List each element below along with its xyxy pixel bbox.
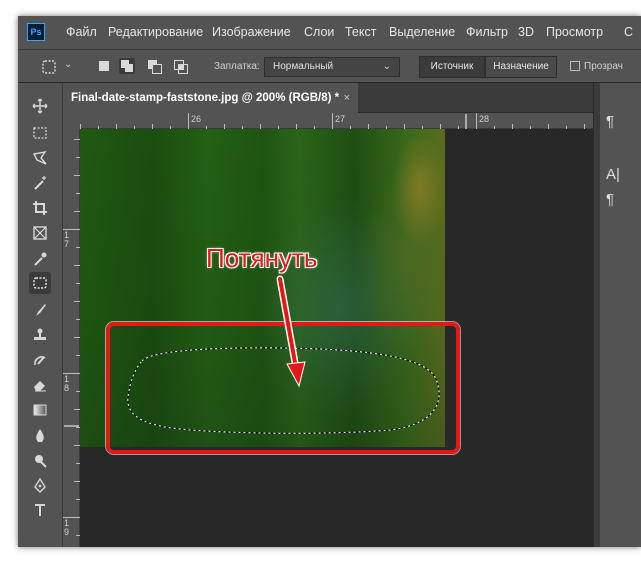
character-icon[interactable]: A| bbox=[606, 166, 620, 183]
ruler-label-17: 1 7 bbox=[64, 230, 70, 249]
frame-tool-icon[interactable] bbox=[29, 222, 51, 244]
menu-bar: Ps Файл Редактирование Изображение Слои … bbox=[18, 16, 641, 49]
document-tab[interactable]: Final-date-stamp-faststone.jpg @ 200% (R… bbox=[63, 83, 358, 113]
source-button[interactable]: Источник bbox=[419, 56, 485, 78]
panel-gutter bbox=[594, 83, 600, 547]
eraser-tool-icon[interactable] bbox=[29, 374, 51, 396]
canvas-workspace[interactable] bbox=[80, 129, 593, 547]
menu-layers[interactable]: Слои bbox=[304, 25, 334, 39]
transparent-checkbox[interactable] bbox=[570, 61, 580, 71]
new-selection-icon[interactable] bbox=[96, 58, 112, 74]
brush-tool-icon[interactable] bbox=[29, 299, 51, 321]
menu-image[interactable]: Изображение bbox=[212, 25, 291, 39]
menu-window[interactable]: С bbox=[624, 25, 633, 39]
document-tab-title: Final-date-stamp-faststone.jpg @ 200% (R… bbox=[71, 92, 340, 104]
document-tab-bar: Final-date-stamp-faststone.jpg @ 200% (R… bbox=[63, 83, 593, 113]
move-tool-icon[interactable] bbox=[29, 95, 51, 117]
intersect-selection-icon[interactable] bbox=[172, 58, 188, 74]
menu-select[interactable]: Выделение bbox=[389, 25, 455, 39]
menu-file[interactable]: Файл bbox=[66, 25, 97, 39]
preset-chevron-icon[interactable]: ⌄ bbox=[64, 59, 72, 70]
chevron-down-icon: ⌄ bbox=[382, 61, 391, 72]
transparent-label: Прозрач bbox=[584, 61, 623, 72]
photoshop-window: Ps Файл Редактирование Изображение Слои … bbox=[18, 16, 641, 547]
menu-edit[interactable]: Редактирование bbox=[108, 25, 203, 39]
type-tool-icon[interactable] bbox=[29, 499, 51, 521]
dodge-tool-icon[interactable] bbox=[29, 450, 51, 472]
tools-panel bbox=[18, 83, 63, 547]
right-panel-dock: ¶ A| ¶ bbox=[593, 83, 641, 547]
ruler-label-28: 28 bbox=[479, 114, 490, 124]
menu-3d[interactable]: 3D bbox=[518, 25, 534, 39]
destination-button[interactable]: Назначение bbox=[485, 56, 557, 78]
crop-tool-icon[interactable] bbox=[29, 197, 51, 219]
options-bar: ⌄ Заплатка: Нормальный ⌄ Источник Назнач… bbox=[18, 49, 641, 83]
paragraph-mark-icon[interactable]: ¶ bbox=[606, 113, 614, 130]
ruler-label-27: 27 bbox=[335, 114, 346, 124]
patch-tool-icon[interactable] bbox=[29, 272, 51, 294]
horizontal-ruler: 26 27 28 bbox=[80, 113, 593, 129]
menu-filter[interactable]: Фильтр bbox=[466, 25, 508, 39]
subtract-selection-icon[interactable] bbox=[146, 58, 162, 74]
patch-tool-preset-icon[interactable] bbox=[40, 58, 56, 74]
menu-view[interactable]: Просмотр bbox=[546, 25, 603, 39]
vertical-ruler: 1 7 1 8 1 9 bbox=[63, 129, 80, 547]
patch-mode-value: Нормальный bbox=[273, 61, 334, 72]
magic-wand-tool-icon[interactable] bbox=[29, 172, 51, 194]
pen-tool-icon[interactable] bbox=[29, 475, 51, 497]
menu-type[interactable]: Текст bbox=[345, 25, 376, 39]
history-brush-tool-icon[interactable] bbox=[29, 349, 51, 371]
ruler-label-18: 1 8 bbox=[64, 374, 70, 393]
ruler-label-26: 26 bbox=[191, 114, 202, 124]
eyedropper-tool-icon[interactable] bbox=[29, 248, 51, 270]
patch-label: Заплатка: bbox=[214, 61, 260, 72]
gradient-tool-icon[interactable] bbox=[29, 399, 51, 421]
clone-stamp-tool-icon[interactable] bbox=[29, 324, 51, 346]
close-tab-icon[interactable]: × bbox=[344, 83, 350, 113]
selection-outline[interactable] bbox=[80, 129, 593, 547]
marquee-tool-icon[interactable] bbox=[29, 122, 51, 144]
ruler-label-19: 1 9 bbox=[64, 518, 70, 537]
lasso-tool-icon[interactable] bbox=[29, 147, 51, 169]
add-selection-icon[interactable] bbox=[119, 58, 135, 74]
paragraph-icon[interactable]: ¶ bbox=[606, 191, 614, 208]
blur-tool-icon[interactable] bbox=[29, 425, 51, 447]
photoshop-logo: Ps bbox=[27, 23, 45, 41]
patch-mode-select[interactable]: Нормальный ⌄ bbox=[264, 57, 400, 77]
